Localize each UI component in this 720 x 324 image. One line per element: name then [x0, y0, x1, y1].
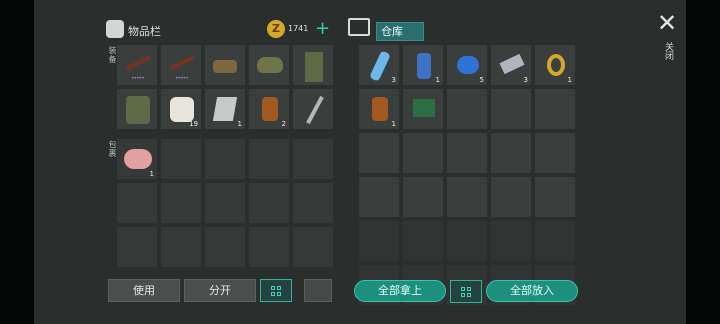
- item-quantity: 3: [523, 76, 528, 84]
- storage-slot[interactable]: [446, 132, 488, 174]
- boots-icon: [213, 60, 237, 73]
- bag-slot[interactable]: [248, 226, 290, 268]
- tape-icon: [457, 56, 479, 74]
- storage-slot-scrap[interactable]: 3: [490, 44, 532, 86]
- rifle-icon: [169, 55, 195, 71]
- storage-slot[interactable]: [402, 132, 444, 174]
- bag-slot[interactable]: [248, 182, 290, 224]
- close-icon[interactable]: ✕: [657, 11, 677, 35]
- watch-icon: [547, 54, 565, 76]
- storage-slot-watch[interactable]: 1: [534, 44, 576, 86]
- battery-icon: [413, 99, 435, 117]
- storage-slot[interactable]: [534, 88, 576, 130]
- game-inventory-screen: 物品栏 Z 1741 + 仓库 ✕ 关闭 装备 包裹 ••••• ••••• 1…: [0, 0, 720, 324]
- storage-slot[interactable]: [490, 176, 532, 218]
- bag-slot[interactable]: [292, 226, 334, 268]
- storage-slot[interactable]: [534, 220, 576, 262]
- bag-slot[interactable]: [160, 226, 202, 268]
- metal-plate-icon: [212, 97, 238, 121]
- backpack-icon: [106, 20, 124, 38]
- bag-slot[interactable]: [204, 138, 246, 180]
- storage-slot[interactable]: [358, 176, 400, 218]
- equip-mods: •••••: [131, 75, 145, 82]
- add-coins-button[interactable]: +: [315, 20, 330, 38]
- bag-slot[interactable]: [248, 138, 290, 180]
- equip-slot-helmet[interactable]: [248, 44, 290, 86]
- equip-slot-bandage[interactable]: 19: [160, 88, 202, 130]
- item-quantity: 1: [435, 76, 440, 84]
- bag-slot[interactable]: [292, 182, 334, 224]
- storage-slot-can[interactable]: 1: [402, 44, 444, 86]
- bag-slot[interactable]: [116, 226, 158, 268]
- item-quantity: 5: [479, 76, 484, 84]
- equip-slot-boots[interactable]: [204, 44, 246, 86]
- bandage-icon: [170, 97, 194, 122]
- take-all-button[interactable]: 全部拿上: [354, 280, 446, 302]
- item-quantity: 1: [567, 76, 572, 84]
- storage-slot[interactable]: [490, 132, 532, 174]
- storage-slot[interactable]: [402, 176, 444, 218]
- water-bottle-icon: [369, 50, 391, 82]
- storage-grid-icon[interactable]: [450, 280, 482, 303]
- storage-slot[interactable]: [490, 88, 532, 130]
- inventory-title: 物品栏: [128, 25, 161, 38]
- bag-slot[interactable]: [292, 138, 334, 180]
- storage-slot-tape[interactable]: 5: [446, 44, 488, 86]
- pants-icon: [305, 52, 323, 82]
- storage-slot[interactable]: [534, 132, 576, 174]
- equip-slot-vest[interactable]: [116, 88, 158, 130]
- trash-icon[interactable]: [304, 279, 332, 302]
- equip-slot-rifle-1[interactable]: •••••: [116, 44, 158, 86]
- equip-slot-shovel[interactable]: [292, 88, 334, 130]
- equip-mods: •••••: [175, 75, 189, 82]
- storage-slot-water[interactable]: 3: [358, 44, 400, 86]
- can-icon: [417, 53, 431, 79]
- sort-grid-icon[interactable]: [260, 279, 292, 302]
- bag-slot-chicken[interactable]: 1: [116, 138, 158, 180]
- chicken-icon: [124, 149, 152, 169]
- storage-slot[interactable]: [490, 220, 532, 262]
- coin-count: 1741: [288, 24, 309, 33]
- use-button[interactable]: 使用: [108, 279, 180, 302]
- bag-slot[interactable]: [116, 182, 158, 224]
- bottle-icon: [262, 97, 278, 121]
- put-all-button[interactable]: 全部放入: [486, 280, 578, 302]
- storage-slot[interactable]: [534, 176, 576, 218]
- equip-slot-pants[interactable]: [292, 44, 334, 86]
- coin-icon: Z: [267, 20, 285, 38]
- bag-slot[interactable]: [160, 138, 202, 180]
- item-quantity: 2: [281, 120, 286, 128]
- split-button[interactable]: 分开: [184, 279, 256, 302]
- helmet-icon: [257, 57, 283, 73]
- warehouse-icon: [348, 18, 370, 36]
- item-quantity: 1: [391, 120, 396, 128]
- storage-slot-battery[interactable]: [402, 88, 444, 130]
- item-quantity: 3: [391, 76, 396, 84]
- warehouse-tab[interactable]: 仓库: [376, 22, 424, 41]
- storage-slot[interactable]: [446, 88, 488, 130]
- bag-slot[interactable]: [204, 226, 246, 268]
- item-quantity: 1: [237, 120, 242, 128]
- right-black-bar: [686, 0, 720, 324]
- storage-slot-bottle[interactable]: 1: [358, 88, 400, 130]
- scrap-icon: [499, 53, 525, 75]
- storage-slot[interactable]: [402, 220, 444, 262]
- equip-slot-rifle-2[interactable]: •••••: [160, 44, 202, 86]
- bottle-icon: [372, 97, 388, 121]
- equip-slot-bottle[interactable]: 2: [248, 88, 290, 130]
- shovel-icon: [306, 95, 324, 125]
- storage-slot[interactable]: [446, 220, 488, 262]
- close-label[interactable]: 关闭: [662, 42, 675, 60]
- storage-slot[interactable]: [358, 132, 400, 174]
- storage-slot[interactable]: [446, 176, 488, 218]
- storage-slot[interactable]: [358, 220, 400, 262]
- rifle-icon: [125, 55, 151, 71]
- bag-slot[interactable]: [160, 182, 202, 224]
- item-quantity: 19: [189, 120, 198, 128]
- vest-icon: [126, 96, 150, 124]
- left-black-bar: [0, 0, 34, 324]
- item-quantity: 1: [149, 170, 154, 178]
- equip-slot-plate[interactable]: 1: [204, 88, 246, 130]
- bag-slot[interactable]: [204, 182, 246, 224]
